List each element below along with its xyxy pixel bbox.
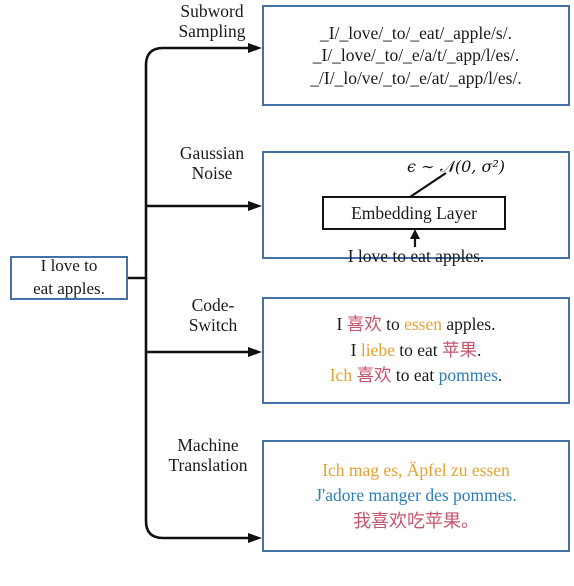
embedding-input-arrow <box>410 229 420 247</box>
code-switch-line-3: Ich 喜欢 to eat pommes. <box>330 363 503 388</box>
branch-label-machine-translation: Machine Translation <box>168 435 248 475</box>
cs2-seg-b: liebe <box>360 339 395 360</box>
branch-label-gaussian-noise: Gaussian Noise <box>179 143 245 183</box>
cs1-seg-c: to <box>381 314 405 335</box>
cs1-seg-d: essen <box>404 314 442 335</box>
code-switch-line-2: I liebe to eat 苹果. <box>351 338 482 363</box>
input-sentence-box: I love to eat apples. <box>10 256 128 300</box>
branch-label-code-switch: Code- Switch <box>188 295 238 335</box>
diagram-canvas: I love to eat apples. Subword Sampling G… <box>0 0 574 586</box>
subword-line-2: _I/_love/_to/_e/a/t/_app/l/es/. <box>312 45 520 66</box>
cs1-seg-a: I <box>336 314 347 335</box>
mt-line-chinese: 我喜欢吃苹果。 <box>353 511 479 532</box>
subword-line-1: _I/_love/_to/_eat/_apple/s/. <box>320 22 512 43</box>
embedding-layer-box: Embedding Layer <box>322 196 506 230</box>
cs2-seg-d: 苹果 <box>441 339 477 360</box>
mt-line-german: Ich mag es, Äpfel zu essen <box>322 459 510 480</box>
output-box-subword-sampling: _I/_love/_to/_eat/_apple/s/. _I/_love/_t… <box>262 5 570 106</box>
cs1-seg-e: apples. <box>442 314 496 335</box>
cs2-seg-e: . <box>476 339 482 360</box>
cs2-seg-c: to eat <box>394 339 442 360</box>
cs3-seg-c: to eat <box>391 365 439 386</box>
subword-line-3: _/I/_lo/ve/_to/_e/at/_app/l/es/. <box>310 67 522 88</box>
cs2-seg-a: I <box>350 339 361 360</box>
cs1-seg-b: 喜欢 <box>346 314 382 335</box>
input-sentence-line-2: eat apples. <box>33 279 105 298</box>
gaussian-input-sentence: I love to eat apples. <box>347 246 485 266</box>
cs3-seg-e: . <box>497 365 503 386</box>
output-box-gaussian-noise: ϵ ∼ 𝒩(0, σ²) Embedding Layer I love to e… <box>262 151 570 266</box>
cs3-seg-d: pommes <box>438 365 498 386</box>
input-sentence-line-1: I love to <box>40 256 98 276</box>
output-box-code-switch: I 喜欢 to essen apples. I liebe to eat 苹果.… <box>262 297 570 404</box>
cs3-seg-b: 喜欢 <box>356 365 392 386</box>
embedding-layer-label: Embedding Layer <box>351 202 477 223</box>
code-switch-line-1: I 喜欢 to essen apples. <box>337 312 496 337</box>
branch-label-subword-sampling: Subword Sampling <box>178 1 246 41</box>
mt-line-french: J'adore manger des pommes. <box>315 484 517 505</box>
output-box-machine-translation: Ich mag es, Äpfel zu essen J'adore mange… <box>262 440 570 552</box>
cs3-seg-a: Ich <box>329 365 357 386</box>
